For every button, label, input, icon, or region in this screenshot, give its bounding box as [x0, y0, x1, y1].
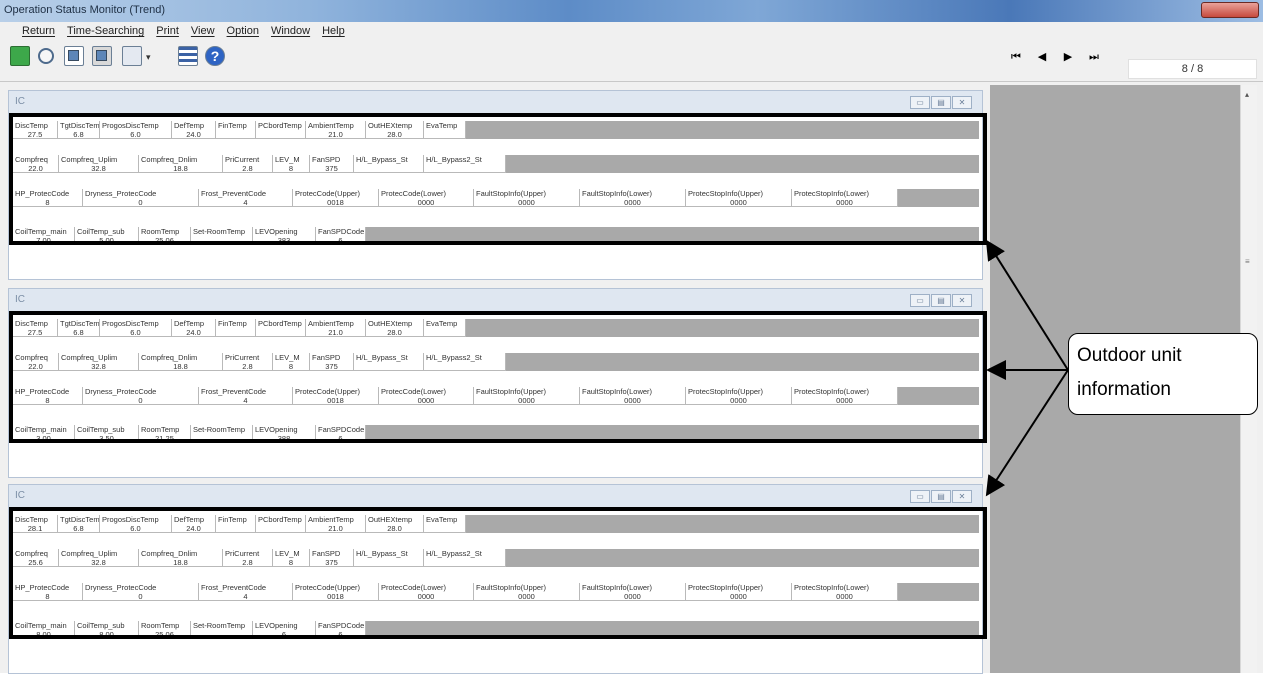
chevron-down-icon[interactable]: ▾: [146, 52, 151, 63]
child-window-header: IC ▭ ▤ ✕: [9, 485, 982, 509]
callout-line-2: information: [1077, 379, 1171, 400]
toolbar: ▾ ? ⏮ ◀ ▶ ⏭: [0, 40, 1263, 82]
child-window: IC▭▤✕DiscTemp27.5TgtDiscTemp6.8ProgosDis…: [8, 288, 987, 478]
child-window-header: IC ▭ ▤ ✕: [9, 91, 982, 115]
close-icon[interactable]: ✕: [952, 96, 972, 109]
list-icon[interactable]: [178, 46, 198, 66]
menu-view[interactable]: View: [191, 22, 215, 40]
child-window-title: IC: [15, 490, 25, 501]
menu-window[interactable]: Window: [271, 22, 310, 40]
menu-time-searching[interactable]: Time-Searching: [67, 22, 144, 40]
next-page-icon[interactable]: ▶: [1061, 50, 1075, 64]
copy-icon[interactable]: [64, 46, 84, 66]
image-icon[interactable]: [122, 46, 142, 66]
trend-icon[interactable]: [10, 46, 30, 66]
outdoor-unit-highlight-box: [9, 507, 987, 639]
search-icon[interactable]: [38, 48, 54, 64]
menu-print[interactable]: Print: [156, 22, 179, 40]
child-window: IC▭▤✕DiscTemp28.1TgtDiscTemp6.8ProgosDis…: [8, 484, 987, 674]
application-window: Operation Status Monitor (Trend) Return T…: [0, 0, 1263, 674]
restore-icon[interactable]: ▤: [931, 96, 951, 109]
restore-icon[interactable]: ▤: [931, 294, 951, 307]
child-window-title: IC: [15, 294, 25, 305]
child-window: IC▭▤✕DiscTemp27.5TgtDiscTemp6.8ProgosDis…: [8, 90, 987, 280]
close-icon[interactable]: ✕: [952, 490, 972, 503]
minimize-icon[interactable]: ▭: [910, 96, 930, 109]
window-controls[interactable]: [1201, 2, 1259, 18]
close-icon[interactable]: ✕: [952, 294, 972, 307]
menu-option[interactable]: Option: [227, 22, 259, 40]
menu-bar: Return Time-Searching Print View Option Windo…: [0, 22, 1263, 40]
outdoor-unit-highlight-box: [9, 113, 987, 245]
scroll-up-icon[interactable]: ▴: [1245, 90, 1249, 99]
outdoor-unit-highlight-box: [9, 311, 987, 443]
menu-return[interactable]: Return: [22, 22, 55, 40]
page-indicator[interactable]: 8 / 8: [1128, 59, 1257, 79]
last-page-icon[interactable]: ⏭: [1087, 50, 1101, 64]
first-page-icon[interactable]: ⏮: [1009, 50, 1023, 64]
minimize-icon[interactable]: ▭: [910, 490, 930, 503]
child-window-title: IC: [15, 96, 25, 107]
title-bar: Operation Status Monitor (Trend): [0, 0, 1263, 22]
child-window-header: IC ▭ ▤ ✕: [9, 289, 982, 313]
menu-help[interactable]: Help: [322, 22, 345, 40]
paste-icon[interactable]: [92, 46, 112, 66]
minimize-icon[interactable]: ▭: [910, 294, 930, 307]
help-icon[interactable]: ?: [205, 46, 225, 66]
callout-box: Outdoor unit information: [1068, 333, 1258, 415]
callout-line-1: Outdoor unit: [1077, 345, 1182, 366]
scroll-grip-icon[interactable]: ≡: [1245, 257, 1250, 266]
restore-icon[interactable]: ▤: [931, 490, 951, 503]
prev-page-icon[interactable]: ◀: [1035, 50, 1049, 64]
window-title: Operation Status Monitor (Trend): [4, 4, 165, 16]
